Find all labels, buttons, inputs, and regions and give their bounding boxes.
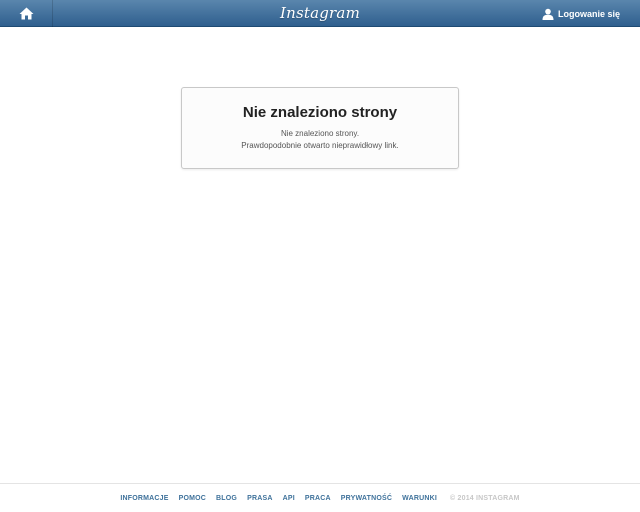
footer-divider [0, 483, 640, 484]
error-card: Nie znaleziono strony Nie znaleziono str… [181, 87, 459, 169]
login-label: Logowanie się [557, 8, 620, 19]
footer-link-praca[interactable]: PRACA [305, 495, 331, 502]
login-link[interactable]: Logowanie się [542, 0, 620, 27]
error-message: Nie znaleziono strony. [280, 129, 360, 138]
copyright: © 2014 INSTAGRAM [450, 494, 520, 502]
footer-link-api[interactable]: API [283, 495, 295, 502]
footer-link-informacje[interactable]: INFORMACJE [120, 495, 168, 502]
user-icon [542, 8, 554, 20]
footer-link-pomoc[interactable]: POMOC [179, 495, 206, 502]
top-bar: Instagram Logowanie się [0, 0, 640, 27]
error-title: Nie znaleziono strony [242, 104, 398, 121]
footer: INFORMACJE POMOC BLOG PRASA API PRACA PR… [0, 492, 640, 504]
footer-link-prasa[interactable]: PRASA [247, 495, 273, 502]
footer-link-prywatnosc[interactable]: PRYWATNOŚĆ [341, 495, 392, 502]
error-hint: Prawdopodobnie otwarto nieprawidłowy lin… [241, 141, 399, 150]
footer-link-warunki[interactable]: WARUNKI [402, 495, 437, 502]
footer-link-blog[interactable]: BLOG [216, 495, 237, 502]
